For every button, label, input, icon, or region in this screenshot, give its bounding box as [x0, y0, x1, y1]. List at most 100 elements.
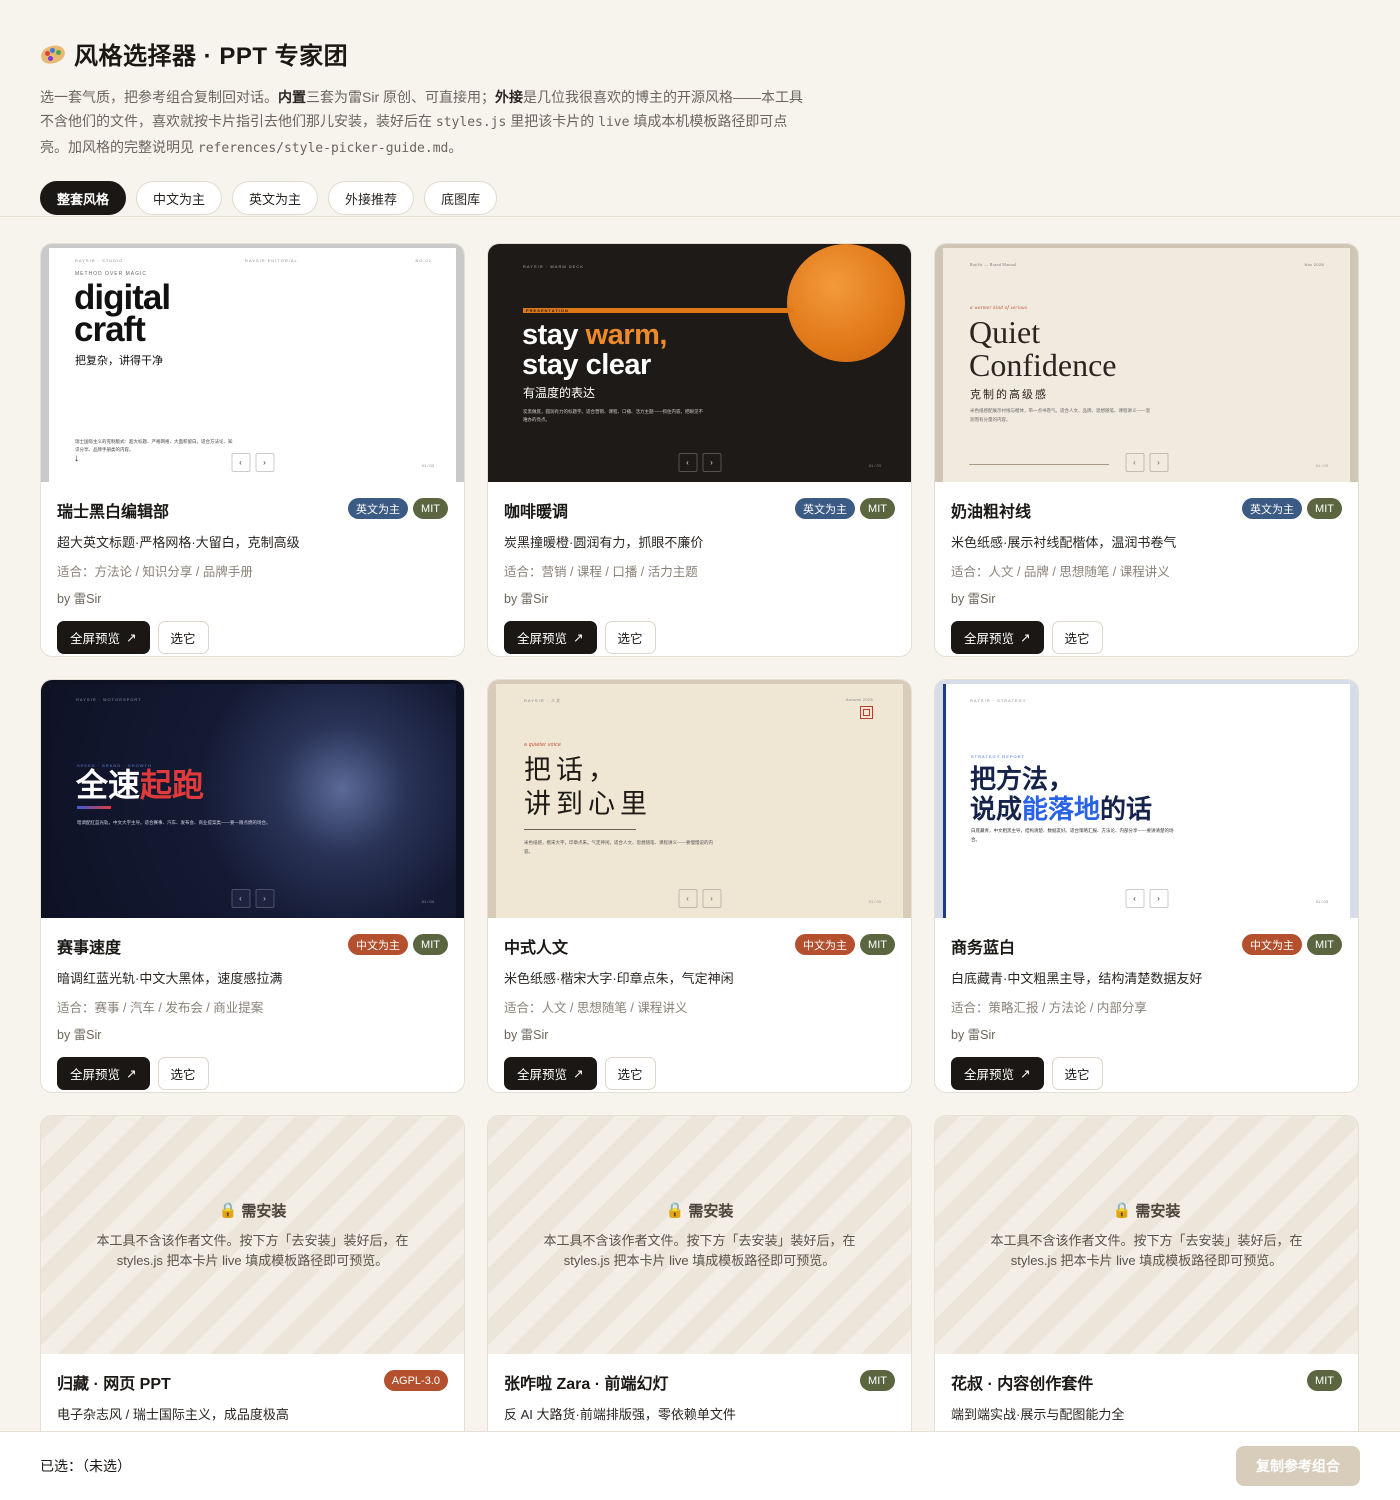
fullscreen-preview-button[interactable]: 全屏预览 ↗	[57, 1057, 150, 1090]
next-slide-button[interactable]: ›	[255, 453, 274, 472]
thumb-kicker: RAYSIR · STUDIO	[75, 258, 124, 263]
next-slide-button[interactable]: ›	[702, 453, 721, 472]
style-thumbnail[interactable]: RAYSIR · 人文 Autumn 2026 a quieter voice …	[488, 680, 911, 918]
thumb-kicker: RAYSIR · MOTORSPORT	[76, 697, 142, 702]
thumb-body: 炭黑做底，圆润有力的标题字。适合营销、课程、口播、活力主题——抓住内容，把眼见不…	[523, 409, 703, 422]
thumb-headline-2b: 能落地	[1022, 794, 1101, 824]
thumb-headline-1: 把方法，	[970, 764, 1075, 794]
thumb-headline-2: craft	[74, 310, 146, 349]
thumb-eyebrow: METHOD OVER MAGIC	[75, 271, 148, 277]
prev-slide-button[interactable]: ‹	[231, 889, 250, 908]
thumb-headline-2c: 的话	[1100, 794, 1153, 824]
pick-button[interactable]: 选它	[604, 1057, 656, 1090]
page-indicator: 01 / 03	[421, 899, 434, 904]
style-suitable-for: 适合：人文 / 思想随笔 / 课程讲义	[504, 1001, 688, 1015]
divider-line	[524, 829, 636, 830]
style-author: by 雷Sir	[951, 592, 996, 606]
thumb-eyebrow: a quieter voice	[524, 742, 562, 748]
locked-text-line-2: styles.js 把本卡片 live 填成模板路径即可预览。	[1010, 1252, 1283, 1268]
pick-button[interactable]: 选它	[1051, 621, 1103, 654]
style-description: 米色纸感·展示衬线配楷体，温润书卷气	[951, 535, 1177, 550]
pick-button[interactable]: 选它	[604, 621, 656, 654]
tab-chinese[interactable]: 中文为主	[136, 181, 223, 215]
arrow-up-right-icon: ↗	[126, 1067, 137, 1081]
style-thumbnail[interactable]: RAYSIR · STRATEGY STRATEGY REPORT 把方法， 说…	[935, 680, 1358, 918]
tab-background-library[interactable]: 底图库	[424, 181, 498, 215]
thumb-center: RAYSIR EDITORIAL	[245, 258, 298, 263]
page-indicator: 01 / 03	[868, 463, 881, 468]
prev-slide-button[interactable]: ‹	[1125, 889, 1144, 908]
lock-icon: 🔒	[1112, 1202, 1132, 1219]
style-description: 暗调红蓝光轨·中文大黑体，速度感拉满	[57, 971, 283, 986]
style-thumbnail[interactable]: RAYSIR · WARM DECK PRESENTATION stay war…	[488, 244, 911, 482]
page-title: 风格选择器 · PPT 专家团	[39, 36, 1360, 71]
language-badge: 英文为主	[1242, 498, 1303, 519]
pick-button[interactable]: 选它	[157, 621, 209, 654]
fullscreen-preview-button[interactable]: 全屏预览 ↗	[504, 1057, 597, 1090]
thumb-number: NO.01	[415, 258, 432, 263]
style-suitable-for: 适合：方法论 / 知识分享 / 品牌手册	[57, 565, 253, 579]
style-description: 电子杂志风 / 瑞士国际主义，成品度极高	[57, 1407, 289, 1422]
lock-icon: 🔒	[665, 1202, 685, 1219]
next-slide-button[interactable]: ›	[1149, 453, 1168, 472]
copy-reference-button[interactable]: 复制参考组合	[1236, 1446, 1360, 1486]
thumb-eyebrow: a warmer kind of serious	[970, 306, 1028, 311]
thumb-body: 米色纸感，楷宋大字，印章点朱。气定神闲，适合人文、思想随笔、课程讲义——要慢慢说…	[524, 840, 713, 854]
style-author: by 雷Sir	[504, 592, 549, 606]
style-description: 炭黑撞暖橙·圆润有力，抓眼不廉价	[504, 535, 704, 550]
thumb-body: 米色纸感配展示衬线与楷体，带一点书卷气。适合人文、品牌、思想随笔、课程讲义——温…	[970, 408, 1150, 422]
pick-button[interactable]: 选它	[1051, 1057, 1103, 1090]
style-author: by 雷Sir	[57, 1028, 102, 1042]
tab-full-style[interactable]: 整套风格	[40, 181, 127, 215]
next-slide-button[interactable]: ›	[1149, 889, 1168, 908]
page-indicator: 01 / 03	[1315, 463, 1328, 468]
language-badge: 中文为主	[348, 934, 409, 955]
page-indicator: 01 / 03	[1315, 899, 1328, 904]
license-badge: MIT	[1307, 934, 1342, 955]
thumb-headline-1: 把话，	[524, 755, 620, 786]
prev-slide-button[interactable]: ‹	[1125, 453, 1144, 472]
thumb-date: Nov 2026	[1304, 262, 1324, 267]
thumb-subtitle: 有温度的表达	[523, 386, 596, 400]
prev-slide-button[interactable]: ‹	[678, 889, 697, 908]
style-thumbnail[interactable]: RaySir — Brand Manual Nov 2026 a warmer …	[935, 244, 1358, 482]
style-card: RAYSIR · STUDIO RAYSIR EDITORIAL NO.01 M…	[40, 243, 465, 657]
style-thumbnail[interactable]: RAYSIR · STUDIO RAYSIR EDITORIAL NO.01 M…	[41, 244, 464, 482]
lock-icon: 🔒	[218, 1202, 238, 1219]
style-description: 端到端实战·展示与配图能力全	[951, 1407, 1125, 1422]
fullscreen-preview-button[interactable]: 全屏预览 ↗	[504, 621, 597, 654]
tab-external[interactable]: 外接推荐	[328, 181, 415, 215]
thumb-headline-2: Confidence	[969, 347, 1117, 383]
prev-slide-button[interactable]: ‹	[678, 453, 697, 472]
style-description: 超大英文标题·严格网格·大留白，克制高级	[57, 535, 300, 550]
fullscreen-preview-button[interactable]: 全屏预览 ↗	[951, 1057, 1044, 1090]
fullscreen-preview-button[interactable]: 全屏预览 ↗	[951, 621, 1044, 654]
pick-button[interactable]: 选它	[157, 1057, 209, 1090]
style-thumbnail[interactable]: RAYSIR · MOTORSPORT SPEED · BRAND · GROW…	[41, 680, 464, 918]
prev-slide-button[interactable]: ‹	[231, 453, 250, 472]
thumb-headline-1a: 全速	[76, 767, 141, 803]
fullscreen-preview-button[interactable]: 全屏预览 ↗	[57, 621, 150, 654]
arrow-up-right-icon: ↗	[126, 631, 137, 645]
next-slide-button[interactable]: ›	[255, 889, 274, 908]
thumb-headline-2: stay clear	[522, 349, 651, 381]
thumb-kicker: RAYSIR · STRATEGY	[970, 698, 1027, 703]
locked-text-line-1: 本工具不含该作者文件。按下方「去安装」装好后，在	[543, 1232, 856, 1248]
locked-title: 需安装	[1135, 1202, 1181, 1220]
seal-stamp-icon	[860, 706, 873, 719]
thumb-subtitle: 克制的高级感	[970, 389, 1048, 401]
tab-english[interactable]: 英文为主	[232, 181, 319, 215]
next-slide-button[interactable]: ›	[702, 889, 721, 908]
license-badge: MIT	[1307, 498, 1342, 519]
thumb-headline-2: 讲到心里	[524, 789, 652, 820]
thumb-headline-1a: stay	[522, 319, 586, 351]
language-badge: 英文为主	[795, 498, 856, 519]
thumb-date: Autumn 2026	[845, 697, 873, 702]
arrow-up-right-icon: ↗	[573, 1067, 584, 1081]
page-header: 风格选择器 · PPT 专家团 选一套气质，把参考组合复制回对话。内置三套为雷S…	[0, 0, 1400, 217]
locked-thumbnail: 🔒 需安装 本工具不含该作者文件。按下方「去安装」装好后，在 styles.js 把…	[488, 1116, 911, 1354]
style-suitable-for: 适合：策略汇报 / 方法论 / 内部分享	[951, 1001, 1147, 1015]
palette-icon	[39, 43, 67, 65]
thumb-eyebrow: STRATEGY REPORT	[971, 754, 1025, 759]
locked-text-line-2: styles.js 把本卡片 live 填成模板路径即可预览。	[563, 1252, 836, 1268]
